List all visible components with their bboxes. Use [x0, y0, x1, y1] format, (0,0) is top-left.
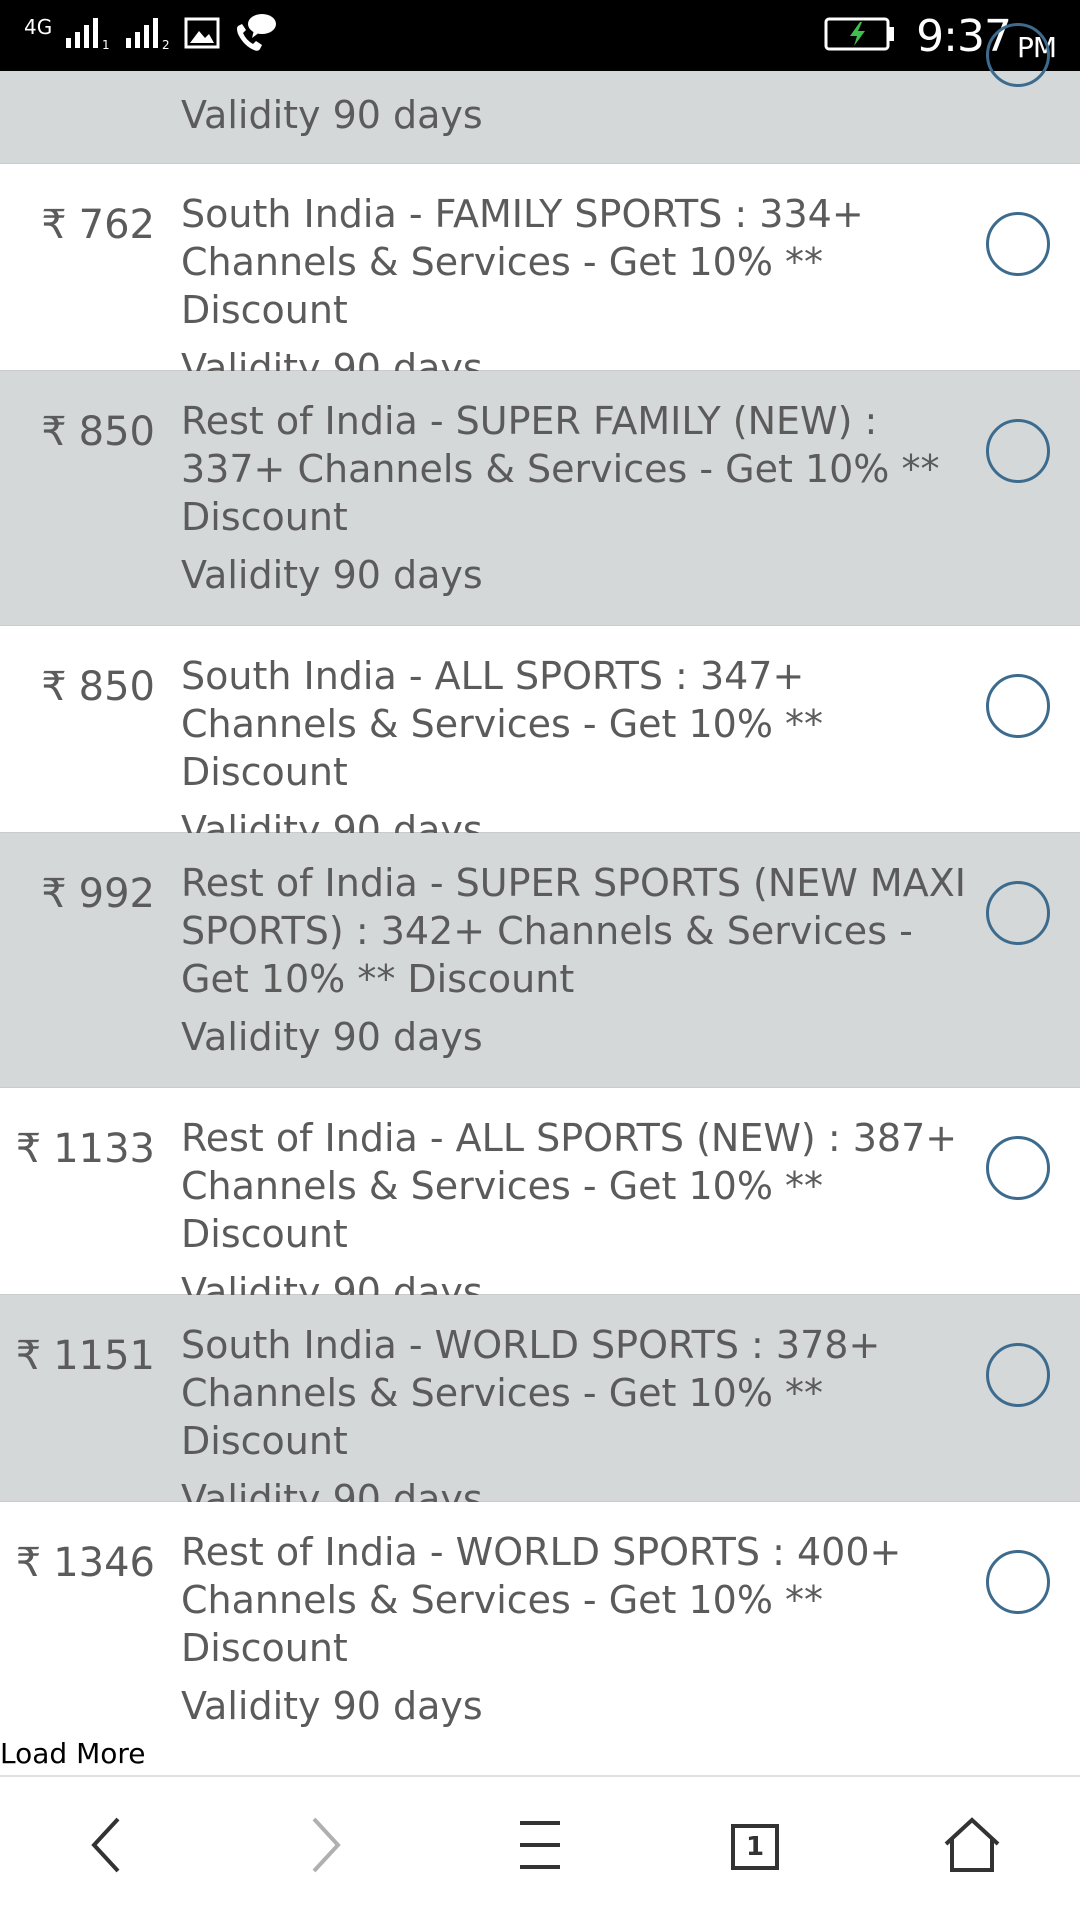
plan-title: South India - FAMILY SPORTS : 334+ Chann…: [181, 192, 864, 332]
plan-description: Rest of India - SUPER FAMILY (NEW) : 337…: [181, 397, 981, 599]
plan-validity: Validity 90 days: [181, 1684, 483, 1728]
rupee-icon: ₹: [41, 409, 67, 455]
rupee-icon: ₹: [15, 1126, 42, 1172]
plan-price: ₹1151: [15, 1333, 155, 1379]
tabs-button[interactable]: 1: [715, 1807, 795, 1887]
gallery-icon: [184, 16, 220, 54]
plan-radio[interactable]: [986, 881, 1050, 945]
load-more-link[interactable]: Load More: [0, 1737, 145, 1770]
plan-radio[interactable]: [986, 674, 1050, 738]
plan-row[interactable]: ₹1151 South India - WORLD SPORTS : 378+ …: [0, 1295, 1080, 1521]
status-bar: 4G 1 2 9:37 PM: [0, 0, 1080, 71]
plan-radio[interactable]: [986, 419, 1050, 483]
plan-description: Validity 90 days: [181, 91, 981, 139]
back-button[interactable]: [66, 1807, 146, 1887]
back-icon: [86, 1815, 126, 1879]
plan-price: ₹992: [41, 871, 155, 917]
plan-description: South India - ALL SPORTS : 347+ Channels…: [181, 652, 981, 854]
call-chat-icon: [232, 12, 278, 58]
plan-row[interactable]: ₹1346 Rest of India - WORLD SPORTS : 400…: [0, 1502, 1080, 1728]
browser-nav-bar: 1: [0, 1777, 1080, 1920]
svg-text:1: 1: [102, 38, 110, 50]
home-icon: [942, 1816, 1002, 1878]
rupee-icon: ₹: [41, 202, 67, 248]
menu-icon: [516, 1817, 564, 1877]
plan-description: South India - FAMILY SPORTS : 334+ Chann…: [181, 190, 981, 392]
plan-radio[interactable]: [986, 1550, 1050, 1614]
forward-icon: [306, 1815, 346, 1879]
plan-list: Validity 90 days ₹762 South India - FAMI…: [0, 23, 1080, 1728]
plan-title: Rest of India - ALL SPORTS (NEW) : 387+ …: [181, 1116, 958, 1256]
plan-description: South India - WORLD SPORTS : 378+ Channe…: [181, 1321, 981, 1523]
plan-title: South India - WORLD SPORTS : 378+ Channe…: [181, 1323, 881, 1463]
rupee-icon: ₹: [41, 664, 67, 710]
plan-price: ₹850: [41, 409, 155, 455]
plan-title: Rest of India - SUPER SPORTS (NEW MAXI S…: [181, 861, 966, 1001]
tabs-icon: 1: [731, 1824, 779, 1870]
rupee-icon: ₹: [41, 871, 67, 917]
plan-price: ₹1346: [15, 1540, 155, 1586]
plan-price: ₹1133: [15, 1126, 155, 1172]
signal-sim2-icon: 2: [124, 16, 172, 54]
plan-row[interactable]: ₹762 South India - FAMILY SPORTS : 334+ …: [0, 164, 1080, 390]
plan-row[interactable]: ₹850 South India - ALL SPORTS : 347+ Cha…: [0, 626, 1080, 852]
network-type-label: 4G: [24, 15, 53, 39]
plan-row[interactable]: ₹850 Rest of India - SUPER FAMILY (NEW) …: [0, 371, 1080, 626]
plan-radio[interactable]: [986, 1343, 1050, 1407]
plan-row-partial[interactable]: Validity 90 days: [0, 23, 1080, 164]
plan-radio[interactable]: [986, 212, 1050, 276]
plan-price: ₹850: [41, 664, 155, 710]
plan-row[interactable]: ₹1133 Rest of India - ALL SPORTS (NEW) :…: [0, 1088, 1080, 1314]
rupee-icon: ₹: [15, 1540, 42, 1586]
battery-charging-icon: [824, 16, 896, 56]
svg-text:2: 2: [162, 38, 170, 50]
plan-radio[interactable]: [986, 23, 1050, 87]
plan-description: Rest of India - ALL SPORTS (NEW) : 387+ …: [181, 1114, 981, 1316]
plan-title: Rest of India - WORLD SPORTS : 400+ Chan…: [181, 1530, 902, 1670]
rupee-icon: ₹: [15, 1333, 42, 1379]
plan-radio[interactable]: [986, 1136, 1050, 1200]
plan-row[interactable]: ₹992 Rest of India - SUPER SPORTS (NEW M…: [0, 833, 1080, 1088]
plan-title: South India - ALL SPORTS : 347+ Channels…: [181, 654, 824, 794]
plan-validity: Validity 90 days: [181, 1015, 483, 1059]
forward-button[interactable]: [286, 1807, 366, 1887]
home-button[interactable]: [932, 1807, 1012, 1887]
plan-validity: Validity 90 days: [181, 93, 483, 137]
plan-description: Rest of India - WORLD SPORTS : 400+ Chan…: [181, 1528, 981, 1730]
signal-sim1-icon: 1: [64, 16, 112, 54]
plan-description: Rest of India - SUPER SPORTS (NEW MAXI S…: [181, 859, 981, 1061]
plan-title: Rest of India - SUPER FAMILY (NEW) : 337…: [181, 399, 940, 539]
menu-button[interactable]: [500, 1807, 580, 1887]
plan-validity: Validity 90 days: [181, 553, 483, 597]
status-left-icons: 4G 1 2: [24, 12, 278, 58]
plan-price: ₹762: [41, 202, 155, 248]
tab-count: 1: [745, 1832, 765, 1862]
